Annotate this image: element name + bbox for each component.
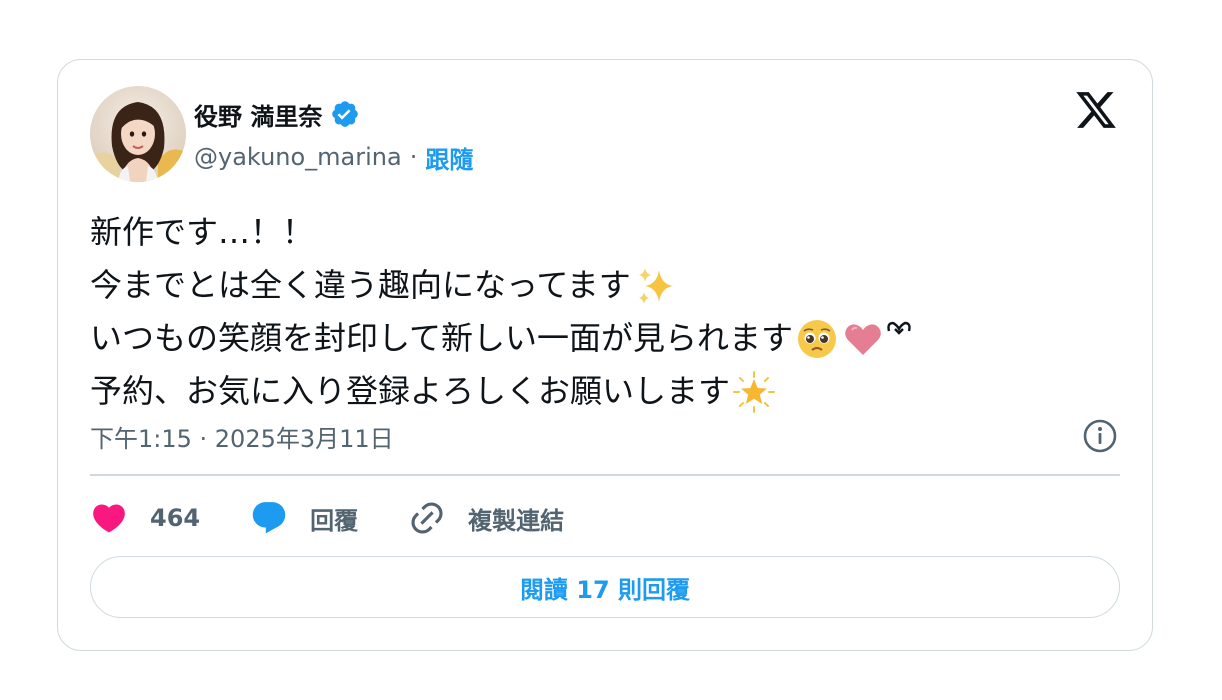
copy-link-label: 複製連結 bbox=[468, 506, 565, 535]
heart-icon bbox=[93, 504, 125, 533]
author-name-row: 役野 満里奈 bbox=[194, 96, 360, 132]
pink-heart-icon bbox=[841, 317, 885, 361]
author-handle-row: @yakuno_marina · 跟隨 bbox=[194, 140, 473, 174]
glowing-star-icon bbox=[732, 370, 776, 414]
tweet-text: 新作です…！！ 今までとは全く違う趣向になってます いつもの笑顔を封印して新しい… bbox=[90, 206, 1120, 418]
reply-button[interactable]: 回覆 bbox=[250, 499, 358, 537]
verified-badge-icon bbox=[330, 99, 360, 129]
tweet-line: 今までとは全く違う趣向になってます bbox=[90, 259, 1120, 312]
tweet-embed-card: 役野 満里奈 @yakuno_marina · 跟隨 新作です…！！ 今までとは… bbox=[57, 59, 1153, 651]
tweet-line: いつもの笑顔を封印して新しい一面が見られます bbox=[90, 312, 1120, 365]
author-handle[interactable]: @yakuno_marina bbox=[194, 143, 402, 171]
tweet-actions: 464 回覆 複製連結 bbox=[90, 494, 614, 542]
follow-link[interactable]: 跟隨 bbox=[425, 140, 473, 175]
ribbon-icon bbox=[885, 317, 913, 361]
separator-dot: · bbox=[409, 143, 418, 171]
pleading-face-icon bbox=[795, 317, 839, 361]
tweet-timestamp[interactable]: 下午1:15 · 2025年3月11日 bbox=[90, 416, 394, 456]
link-icon bbox=[411, 502, 443, 534]
avatar[interactable] bbox=[90, 86, 186, 182]
reply-label: 回覆 bbox=[310, 506, 359, 535]
sparkles-icon bbox=[633, 264, 677, 308]
divider bbox=[90, 474, 1120, 476]
tweet-line: 予約、お気に入り登録よろしくお願いします bbox=[90, 365, 1120, 418]
tweet-line-text: 今までとは全く違う趣向になってます bbox=[90, 266, 631, 304]
tweet-line: 新作です…！！ bbox=[90, 206, 1120, 259]
read-replies-button[interactable]: 閱讀 17 則回覆 bbox=[90, 556, 1120, 618]
tweet-line-text: 新作です…！！ bbox=[90, 213, 315, 251]
like-button[interactable]: 464 bbox=[90, 499, 200, 537]
copy-link-button[interactable]: 複製連結 bbox=[408, 499, 564, 537]
reply-bubble-icon bbox=[252, 502, 286, 534]
like-count: 464 bbox=[150, 504, 201, 532]
info-icon[interactable] bbox=[1080, 416, 1120, 456]
x-logo-icon[interactable] bbox=[1074, 88, 1118, 132]
tweet-line-text: 予約、お気に入り登録よろしくお願いします bbox=[90, 372, 731, 410]
tweet-line-text: いつもの笑顔を封印して新しい一面が見られます bbox=[90, 319, 794, 357]
author-display-name[interactable]: 役野 満里奈 bbox=[194, 97, 322, 132]
